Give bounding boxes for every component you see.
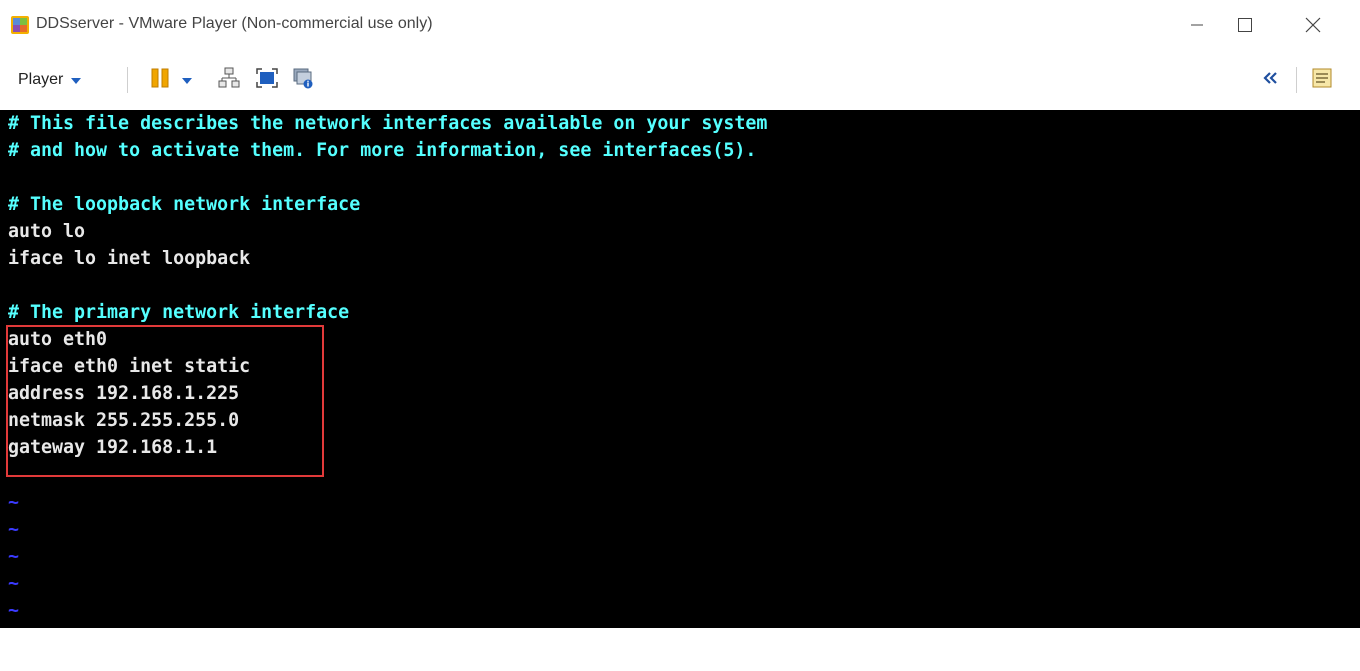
collapse-library-button[interactable] [1262, 67, 1278, 93]
console-line: auto eth0 [8, 329, 108, 350]
unity-button[interactable] [292, 67, 314, 93]
console-line: # The primary network interface [8, 302, 350, 323]
minimize-button[interactable] [1174, 5, 1220, 45]
console-line: # The loopback network interface [8, 194, 361, 215]
pause-button[interactable] [150, 67, 170, 93]
send-ctrl-alt-del-button[interactable] [218, 67, 240, 93]
unity-icon [292, 67, 314, 94]
console-line: iface lo inet loopback [8, 248, 251, 269]
power-options-dropdown[interactable] [182, 67, 192, 93]
window-title: DDSserver - VMware Player (Non-commercia… [36, 15, 433, 32]
empty-line-marker: ~ [8, 546, 20, 567]
close-button[interactable] [1290, 5, 1336, 45]
pause-icon [150, 68, 170, 93]
empty-line-marker: ~ [8, 573, 20, 594]
toolbar-divider [127, 67, 128, 93]
maximize-icon [1238, 18, 1252, 32]
library-button[interactable] [1311, 67, 1333, 93]
console-line: gateway 192.168.1.1 [8, 437, 218, 458]
console-line: address 192.168.1.225 [8, 383, 240, 404]
maximize-button[interactable] [1222, 5, 1268, 45]
empty-line-marker: ~ [8, 492, 20, 513]
console-line: iface eth0 inet static [8, 356, 251, 377]
fullscreen-button[interactable] [256, 67, 278, 93]
vmware-player-icon [10, 15, 30, 35]
chevron-down-icon [182, 71, 192, 89]
vm-console[interactable]: # This file describes the network interf… [0, 110, 1360, 628]
minimize-icon [1191, 19, 1203, 31]
empty-line-marker: ~ [8, 600, 20, 621]
console-line: # and how to activate them. For more inf… [8, 140, 757, 161]
collapse-icon [1262, 71, 1278, 90]
empty-line-marker: ~ [8, 519, 20, 540]
player-menu-button[interactable]: Player [18, 68, 82, 92]
network-icon [218, 67, 240, 94]
title-bar: DDSserver - VMware Player (Non-commercia… [0, 0, 1360, 50]
fullscreen-icon [256, 67, 278, 93]
toolbar: Player [0, 50, 1360, 110]
close-icon [1305, 17, 1321, 33]
console-line: # This file describes the network interf… [8, 113, 768, 134]
console-line: auto lo [8, 221, 86, 242]
player-menu-label: Player [18, 71, 64, 88]
toolbar-divider [1296, 67, 1297, 93]
chevron-down-icon [71, 71, 82, 89]
console-line: netmask 255.255.255.0 [8, 410, 240, 431]
library-icon [1311, 67, 1333, 94]
